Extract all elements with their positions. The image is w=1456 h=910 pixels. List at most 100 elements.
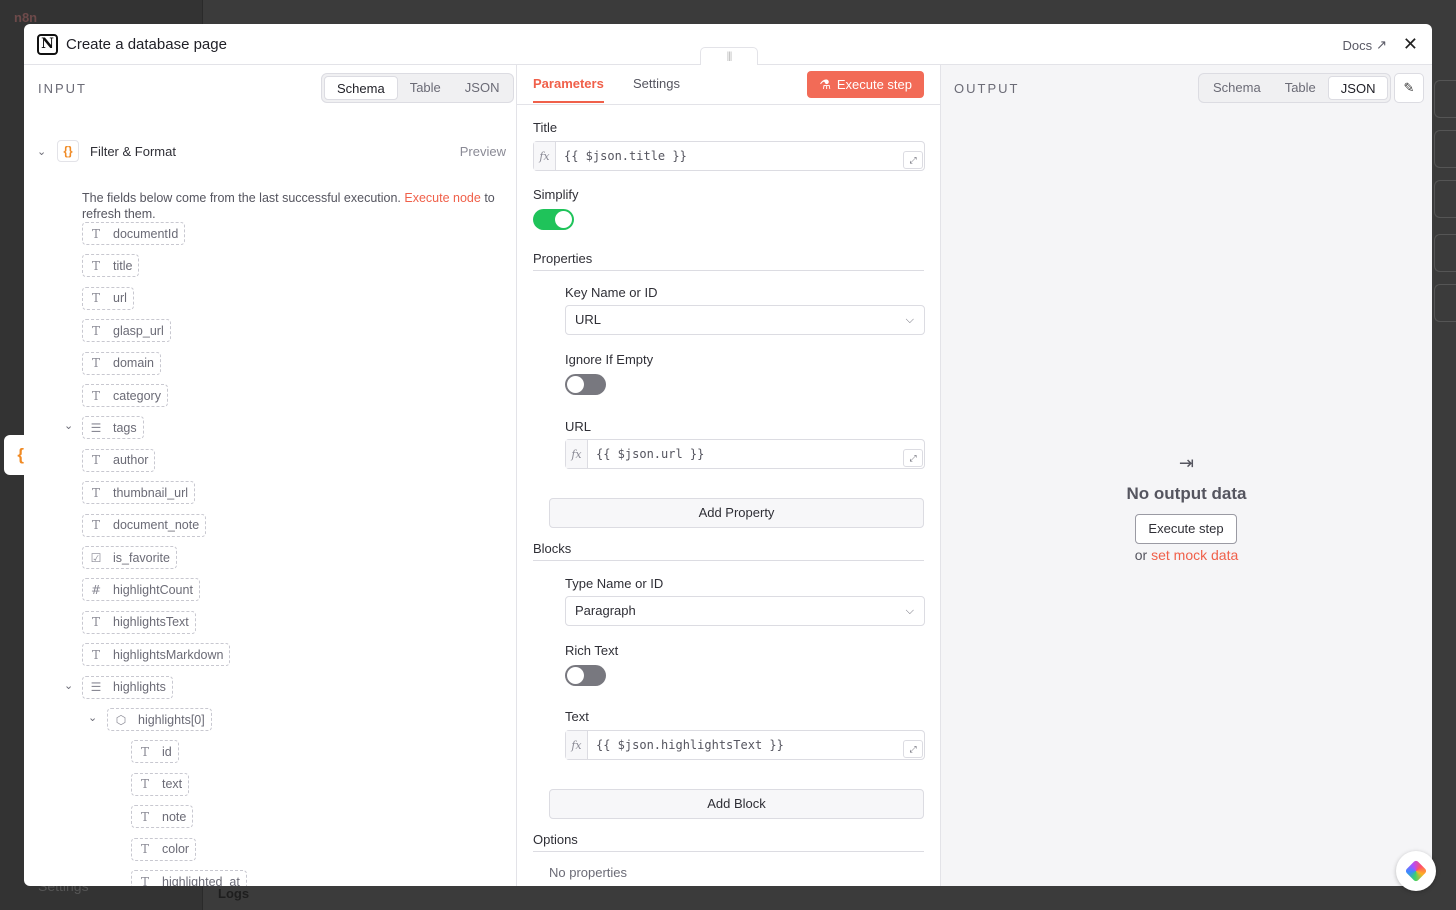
- expand-icon[interactable]: ⤢: [903, 740, 923, 758]
- schema-field-name: note: [162, 809, 187, 824]
- schema-field-name: author: [113, 453, 149, 468]
- input-tab-json[interactable]: JSON: [453, 76, 512, 100]
- schema-field[interactable]: Tdomain: [82, 351, 161, 375]
- simplify-label: Simplify: [533, 187, 579, 202]
- assistant-icon[interactable]: [1396, 851, 1436, 891]
- ignore-empty-toggle[interactable]: [565, 374, 606, 395]
- schema-field[interactable]: Tauthor: [82, 448, 156, 472]
- text-expression-input[interactable]: fx {{ $json.highlightsText }} ⤢: [565, 730, 925, 760]
- schema-field-name: highlightsMarkdown: [113, 647, 224, 662]
- schema-field[interactable]: ☰ highlights: [82, 675, 173, 699]
- schema-field[interactable]: Turl: [82, 286, 134, 310]
- schema-field[interactable]: Ttitle: [82, 254, 140, 278]
- chevron-down-icon[interactable]: ⌄: [64, 679, 73, 692]
- properties-label: Properties: [533, 251, 593, 266]
- flask-icon: ⚗: [819, 76, 831, 92]
- schema-field-name: document_note: [113, 518, 200, 533]
- string-type-icon: T: [91, 647, 100, 662]
- tab-settings[interactable]: Settings: [633, 76, 680, 101]
- string-type-icon: T: [91, 356, 100, 371]
- fx-icon: fx: [534, 142, 556, 170]
- output-tab-schema[interactable]: Schema: [1201, 76, 1273, 100]
- schema-field[interactable]: Thighlighted_at: [131, 870, 247, 886]
- background-node-card: [1434, 180, 1456, 218]
- add-block-button[interactable]: Add Block: [549, 789, 924, 819]
- schema-field-name: title: [113, 258, 133, 273]
- schema-field-name: highlightCount: [113, 582, 193, 597]
- schema-field[interactable]: Tthumbnail_url: [82, 481, 196, 505]
- execute-node-link[interactable]: Execute node: [404, 191, 480, 205]
- toggle-knob: [567, 667, 584, 684]
- title-expression-input[interactable]: fx {{ $json.title }} ⤢: [533, 141, 925, 171]
- key-name-select[interactable]: URL ⌵: [565, 305, 925, 335]
- logs-label: Logs: [218, 886, 250, 901]
- array-type-icon: ☰: [90, 680, 102, 695]
- simplify-toggle[interactable]: [533, 209, 574, 230]
- mock-data-line: or set mock data: [941, 547, 1432, 563]
- expand-icon[interactable]: ⤢: [903, 151, 923, 169]
- input-view-tabs: Schema Table JSON: [321, 73, 515, 103]
- chevron-down-icon: ⌵: [905, 605, 914, 617]
- add-property-button[interactable]: Add Property: [549, 498, 924, 528]
- execute-step-button[interactable]: ⚗ Execute step: [807, 71, 924, 98]
- close-icon[interactable]: ✕: [1403, 34, 1418, 55]
- schema-field[interactable]: ☰ tags: [82, 416, 144, 440]
- options-label: Options: [533, 832, 578, 847]
- schema-field[interactable]: ☑ is_favorite: [82, 546, 177, 569]
- text-label: Text: [565, 709, 589, 724]
- chevron-down-icon[interactable]: ⌄: [88, 711, 97, 724]
- schema-field[interactable]: Tnote: [131, 805, 194, 829]
- input-node-row[interactable]: ⌄ {} Filter & Format Preview: [37, 139, 506, 163]
- chevron-down-icon[interactable]: ⌄: [64, 419, 73, 432]
- url-expression-value[interactable]: {{ $json.url }}: [588, 440, 924, 468]
- schema-field[interactable]: ⬡ highlights[0]: [107, 708, 212, 731]
- schema-field-name: category: [113, 388, 161, 403]
- input-panel: INPUT Schema Table JSON ⌄ {} Filter & Fo…: [24, 65, 516, 886]
- input-tab-schema[interactable]: Schema: [324, 76, 398, 100]
- output-panel: OUTPUT Schema Table JSON ✎ ⇥ No output d…: [941, 65, 1432, 886]
- drag-handle[interactable]: |||: [700, 47, 758, 65]
- schema-field[interactable]: ThighlightsText: [82, 610, 196, 634]
- schema-field[interactable]: Ttext: [131, 772, 190, 796]
- schema-field[interactable]: Tcategory: [82, 384, 168, 407]
- no-properties-label: No properties: [549, 865, 628, 880]
- schema-field[interactable]: ThighlightsMarkdown: [82, 643, 231, 667]
- schema-field[interactable]: Tcolor: [131, 837, 197, 861]
- schema-field[interactable]: Tid: [131, 740, 179, 764]
- string-type-icon: T: [91, 485, 100, 500]
- info-text: The fields below come from the last succ…: [82, 190, 507, 222]
- output-tab-table[interactable]: Table: [1273, 76, 1328, 100]
- output-execute-step-button[interactable]: Execute step: [1135, 514, 1237, 544]
- string-type-icon: T: [91, 453, 100, 468]
- input-tab-table[interactable]: Table: [398, 76, 453, 100]
- background-node-card: [1434, 130, 1456, 168]
- type-name-select[interactable]: Paragraph ⌵: [565, 596, 925, 626]
- set-mock-data-link[interactable]: set mock data: [1151, 547, 1238, 563]
- schema-field[interactable]: Tglasp_url: [82, 319, 171, 343]
- schema-field[interactable]: # highlightCount: [82, 578, 200, 602]
- string-type-icon: T: [91, 258, 100, 273]
- node-details-modal: N Create a database page Docs ↗ ✕ ||| IN…: [24, 24, 1432, 886]
- parameter-tabs: Parameters Settings ⚗ Execute step: [517, 65, 940, 105]
- string-type-icon: T: [91, 323, 100, 338]
- key-name-label: Key Name or ID: [565, 285, 658, 300]
- edit-pencil-icon[interactable]: ✎: [1394, 73, 1424, 103]
- chevron-down-icon[interactable]: ⌄: [37, 145, 49, 158]
- title-label: Title: [533, 120, 558, 135]
- rich-text-toggle[interactable]: [565, 665, 606, 686]
- text-expression-value[interactable]: {{ $json.highlightsText }}: [588, 731, 924, 759]
- output-view-tabs: Schema Table JSON: [1198, 73, 1392, 103]
- title-expression-value[interactable]: {{ $json.title }}: [556, 142, 924, 170]
- options-section-header: Options: [533, 832, 924, 852]
- docs-link[interactable]: Docs ↗: [1342, 37, 1387, 53]
- string-type-icon: T: [91, 518, 100, 533]
- type-name-value: Paragraph: [575, 603, 636, 618]
- url-expression-input[interactable]: fx {{ $json.url }} ⤢: [565, 439, 925, 469]
- expand-icon[interactable]: ⤢: [903, 449, 923, 467]
- tab-parameters[interactable]: Parameters: [533, 76, 604, 103]
- blocks-label: Blocks: [533, 541, 572, 556]
- schema-field-name: is_favorite: [113, 550, 170, 565]
- schema-field[interactable]: TdocumentId: [82, 222, 186, 245]
- schema-field[interactable]: Tdocument_note: [82, 513, 207, 537]
- output-tab-json[interactable]: JSON: [1327, 76, 1389, 100]
